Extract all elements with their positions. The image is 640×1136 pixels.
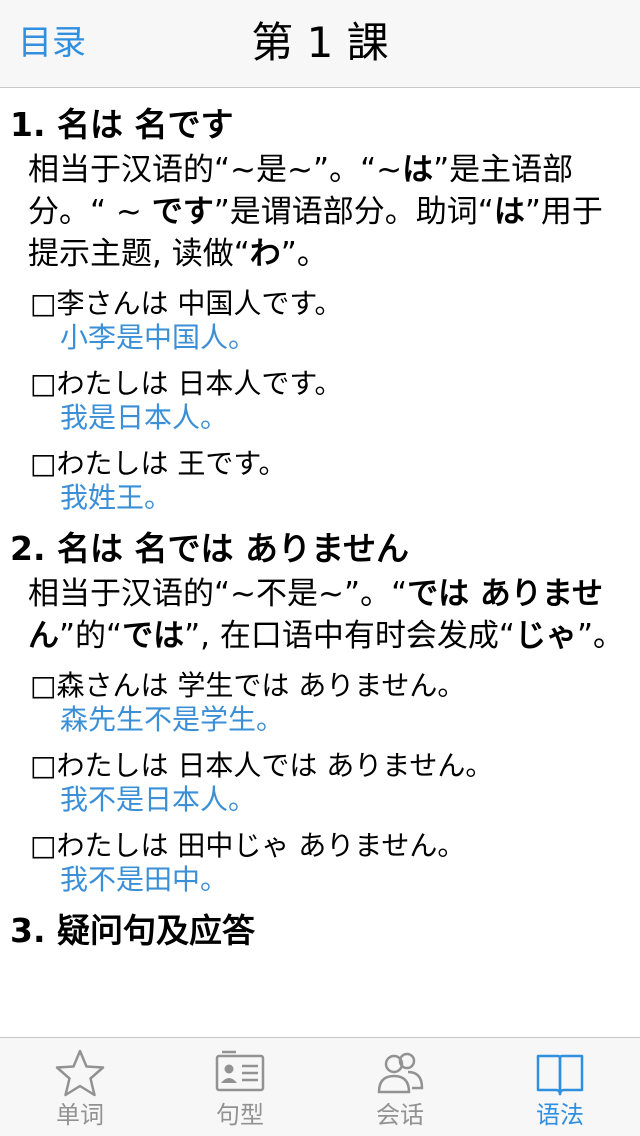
star-icon	[55, 1049, 105, 1097]
example-japanese: □わたしは 日本人です。	[30, 367, 343, 400]
tab-conversation[interactable]: 会话	[320, 1038, 480, 1136]
section-explanation: 相当于汉语的“~是~”。“~は”是主语部分。“ ~ です”是谓语部分。助词“は”…	[28, 152, 603, 272]
book-icon	[536, 1054, 584, 1096]
tab-label: 会话	[376, 1101, 424, 1129]
people-icon	[377, 1052, 424, 1094]
tab-label: 语法	[536, 1101, 584, 1129]
section-heading: 1. 名は 名です	[10, 105, 234, 144]
tab-sentence-patterns[interactable]: 句型	[160, 1038, 320, 1136]
page-title: 第 1 課	[251, 18, 389, 67]
example-translation: 我姓王。	[60, 481, 173, 514]
tab-vocabulary[interactable]: 单词	[0, 1038, 160, 1136]
example-sentence: □わたしは 日本人です。 我是日本人。	[10, 367, 628, 435]
id-card-icon	[215, 1050, 265, 1092]
example-translation: 我不是田中。	[60, 863, 229, 896]
tab-label: 句型	[216, 1101, 264, 1129]
example-japanese: □李さんは 中国人です。	[30, 287, 343, 320]
example-japanese: □わたしは 田中じゃ ありません。	[30, 829, 466, 862]
example-sentence: □わたしは 王です。 我姓王。	[10, 447, 628, 515]
section-explanation: 相当于汉语的“~不是~”。“では ありません”的“では”, 在口语中有时会发成“…	[28, 576, 625, 654]
grammar-section: 1. 名は 名です 相当于汉语的“~是~”。“~は”是主语部分。“ ~ です”是…	[0, 103, 640, 953]
tab-label: 单词	[56, 1101, 104, 1129]
example-japanese: □わたしは 日本人では ありません。	[30, 749, 494, 782]
example-translation: 小李是中国人。	[60, 321, 257, 354]
section-heading: 2. 名は 名では ありません	[10, 529, 409, 568]
example-sentence: □わたしは 田中じゃ ありません。 我不是田中。	[10, 829, 628, 897]
example-sentence: □わたしは 日本人では ありません。 我不是日本人。	[10, 749, 628, 817]
section-heading: 3. 疑问句及应答	[10, 911, 255, 950]
navigation-bar: 目录 第 1 課	[0, 0, 640, 88]
tab-grammar[interactable]: 语法	[480, 1038, 640, 1136]
grammar-content[interactable]: 1. 名は 名です 相当于汉语的“~是~”。“~は”是主语部分。“ ~ です”是…	[0, 89, 640, 1037]
example-japanese: □わたしは 王です。	[30, 447, 287, 480]
example-sentence: □森さんは 学生では ありません。 森先生不是学生。	[10, 669, 628, 737]
example-translation: 我是日本人。	[60, 401, 229, 434]
example-translation: 森先生不是学生。	[60, 703, 285, 736]
tab-bar: 单词 句型 会话 语法	[0, 1037, 640, 1136]
example-japanese: □森さんは 学生では ありません。	[30, 669, 466, 702]
example-sentence: □李さんは 中国人です。 小李是中国人。	[10, 287, 628, 355]
example-translation: 我不是日本人。	[60, 783, 257, 816]
